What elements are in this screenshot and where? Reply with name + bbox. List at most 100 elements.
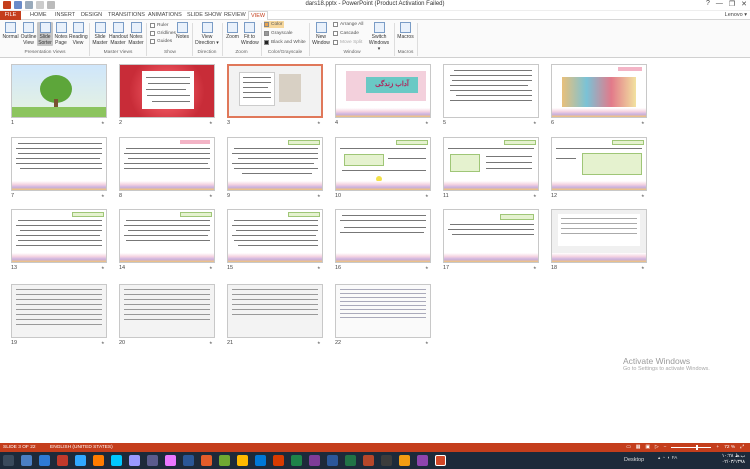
restore-button[interactable]: ❐ bbox=[729, 0, 735, 8]
app-icon[interactable] bbox=[219, 455, 230, 466]
slide-thumbnail-11[interactable] bbox=[443, 137, 539, 191]
arrange-all-button[interactable]: Arrange All bbox=[333, 21, 363, 28]
app-icon[interactable] bbox=[39, 455, 50, 466]
word-icon[interactable] bbox=[327, 455, 338, 466]
fit-to-window-button[interactable]: Fit to Window bbox=[241, 22, 259, 46]
slide-thumbnail-9[interactable] bbox=[227, 137, 323, 191]
language-indicator[interactable]: ENGLISH (UNITED STATES) bbox=[50, 443, 113, 452]
normal-view-icon[interactable]: ▭ bbox=[626, 443, 631, 452]
slide-master-button[interactable]: Slide Master bbox=[92, 22, 108, 46]
app-icon[interactable] bbox=[57, 455, 68, 466]
slide-thumbnail-7[interactable] bbox=[11, 137, 107, 191]
gridlines-checkbox[interactable]: Gridlines bbox=[150, 30, 176, 37]
app-icon[interactable] bbox=[183, 455, 194, 466]
zoom-in-icon[interactable]: + bbox=[716, 443, 719, 452]
app-icon[interactable] bbox=[201, 455, 212, 466]
slide-thumbnail-12[interactable] bbox=[551, 137, 647, 191]
app-icon[interactable] bbox=[363, 455, 374, 466]
tab-review[interactable]: REVIEW bbox=[224, 11, 246, 20]
tab-home[interactable]: HOME bbox=[30, 11, 47, 20]
tab-insert[interactable]: INSERT bbox=[55, 11, 75, 20]
slide-thumbnail-5[interactable] bbox=[443, 64, 539, 118]
slide-thumbnail-3[interactable] bbox=[227, 64, 323, 118]
app-icon[interactable] bbox=[381, 455, 392, 466]
clock[interactable]: ۱۰:۲۸ ب.ظ ۰۲/۰۳/۱۳۹۸ bbox=[722, 454, 745, 466]
zoom-level[interactable]: 72 % bbox=[724, 443, 735, 452]
slide-thumbnail-21[interactable] bbox=[227, 284, 323, 338]
slide-thumbnail-4[interactable]: آداب زندگی bbox=[335, 64, 431, 118]
desktop-toolbar-label[interactable]: Desktop bbox=[624, 457, 644, 463]
slide-thumbnail-20[interactable] bbox=[119, 284, 215, 338]
slide-thumbnail-2[interactable] bbox=[119, 64, 215, 118]
notes-button[interactable]: Notes bbox=[176, 22, 189, 40]
color-button[interactable]: Color bbox=[264, 21, 285, 28]
tab-file[interactable]: FILE bbox=[0, 11, 21, 20]
notes-page-button[interactable]: Notes Page bbox=[54, 22, 68, 46]
minimize-button[interactable]: — bbox=[716, 0, 723, 8]
black-and-white-button[interactable]: Black and White bbox=[264, 39, 306, 46]
grayscale-button[interactable]: Grayscale bbox=[264, 30, 293, 37]
tab-slide-show[interactable]: SLIDE SHOW bbox=[187, 11, 222, 20]
app-icon[interactable] bbox=[273, 455, 284, 466]
photoshop-icon[interactable] bbox=[75, 455, 86, 466]
app-icon[interactable] bbox=[291, 455, 302, 466]
slide-thumbnail-13[interactable] bbox=[11, 209, 107, 263]
switch-windows-button[interactable]: Switch Windows ▾ bbox=[368, 22, 390, 52]
app-icon[interactable] bbox=[111, 455, 122, 466]
powerpoint-icon[interactable] bbox=[435, 455, 446, 466]
slide-thumbnail-15[interactable] bbox=[227, 209, 323, 263]
tab-design[interactable]: DESIGN bbox=[81, 11, 102, 20]
reading-view-icon[interactable]: ▣ bbox=[645, 443, 650, 452]
slide-thumbnail-18[interactable] bbox=[551, 209, 647, 263]
app-icon[interactable] bbox=[399, 455, 410, 466]
network-icon[interactable]: ◔ bbox=[662, 455, 665, 461]
fit-slide-icon[interactable]: ⤢ bbox=[740, 443, 744, 452]
start-button-icon[interactable] bbox=[3, 455, 14, 466]
macros-button[interactable]: Macros bbox=[397, 22, 414, 40]
slide-thumbnail-6[interactable] bbox=[551, 64, 647, 118]
slide-thumbnail-19[interactable] bbox=[11, 284, 107, 338]
slide-sorter-button[interactable]: Slide Sorter bbox=[37, 22, 53, 46]
slide-thumbnail-14[interactable] bbox=[119, 209, 215, 263]
ruler-checkbox[interactable]: Ruler bbox=[150, 22, 168, 29]
slide-thumbnail-1[interactable] bbox=[11, 64, 107, 118]
view-direction-button[interactable]: View Direction ▾ bbox=[195, 22, 219, 46]
chrome-icon[interactable] bbox=[237, 455, 248, 466]
zoom-slider[interactable] bbox=[671, 445, 712, 450]
app-icon[interactable] bbox=[417, 455, 428, 466]
chevron-up-icon[interactable]: ▴ bbox=[658, 455, 660, 461]
slide-thumbnail-22[interactable] bbox=[335, 284, 431, 338]
tab-transitions[interactable]: TRANSITIONS bbox=[108, 11, 145, 20]
reading-view-button[interactable]: Reading View bbox=[69, 22, 88, 46]
help-button[interactable]: ? bbox=[706, 0, 710, 8]
slide-thumbnail-17[interactable] bbox=[443, 209, 539, 263]
explorer-icon[interactable] bbox=[21, 455, 32, 466]
language-indicator[interactable]: FA bbox=[672, 455, 678, 461]
slide-show-icon[interactable]: ▷ bbox=[655, 443, 659, 452]
app-icon[interactable] bbox=[255, 455, 266, 466]
volume-icon[interactable]: ◖ bbox=[667, 455, 670, 461]
cascade-button[interactable]: Cascade bbox=[333, 30, 359, 37]
excel-icon[interactable] bbox=[345, 455, 356, 466]
zoom-out-icon[interactable]: − bbox=[664, 443, 667, 452]
new-window-button[interactable]: New Window bbox=[312, 22, 330, 46]
tab-animations[interactable]: ANIMATIONS bbox=[148, 11, 182, 20]
slide-thumbnail-16[interactable] bbox=[335, 209, 431, 263]
close-button[interactable]: ✕ bbox=[741, 0, 747, 8]
illustrator-icon[interactable] bbox=[93, 455, 104, 466]
zoom-button[interactable]: Zoom bbox=[225, 22, 240, 40]
app-icon[interactable] bbox=[147, 455, 158, 466]
premiere-icon[interactable] bbox=[129, 455, 140, 466]
app-icon[interactable] bbox=[165, 455, 176, 466]
user-account[interactable]: Lenovo ▾ bbox=[725, 11, 747, 20]
guides-checkbox[interactable]: Guides bbox=[150, 38, 172, 45]
tab-view[interactable]: VIEW bbox=[248, 11, 269, 20]
slide-thumbnail-10[interactable] bbox=[335, 137, 431, 191]
move-split-button[interactable]: Move Split bbox=[333, 39, 362, 46]
slide-thumbnail-8[interactable] bbox=[119, 137, 215, 191]
normal-view-button[interactable]: Normal bbox=[2, 22, 19, 40]
app-icon[interactable] bbox=[309, 455, 320, 466]
handout-master-button[interactable]: Handout Master bbox=[109, 22, 128, 46]
notes-master-button[interactable]: Notes Master bbox=[128, 22, 144, 46]
slide-sorter-icon[interactable]: ▦ bbox=[636, 443, 641, 452]
